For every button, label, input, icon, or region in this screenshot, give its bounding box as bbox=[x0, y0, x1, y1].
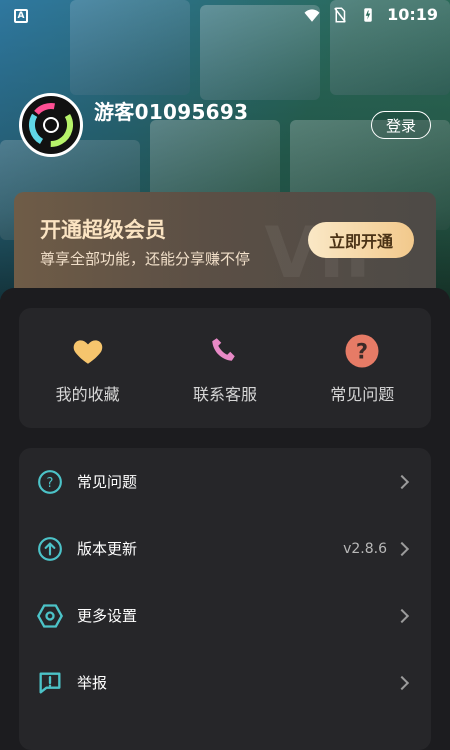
phone-icon bbox=[205, 331, 245, 371]
version-text: v2.8.6 bbox=[343, 540, 387, 557]
quick-action-label: 常见问题 bbox=[330, 385, 395, 404]
chevron-right-icon bbox=[394, 541, 410, 556]
quick-action-label: 我的收藏 bbox=[55, 385, 120, 404]
status-bar: A 10:19 bbox=[0, 0, 450, 32]
settings-menu: ? 常见问题 版本更新 v2.8.6 更多设置 举报 bbox=[19, 448, 431, 750]
battery-charging-icon bbox=[364, 7, 372, 22]
vip-activate-button[interactable]: 立即开通 bbox=[308, 222, 414, 258]
svg-text:?: ? bbox=[47, 475, 54, 490]
vip-subtitle: 尊享全部功能，还能分享赚不停 bbox=[40, 250, 251, 268]
chevron-right-icon bbox=[394, 675, 410, 690]
chevron-right-icon bbox=[394, 608, 410, 623]
clock: 10:19 bbox=[387, 5, 438, 24]
settings-icon bbox=[36, 602, 64, 630]
no-sim-icon bbox=[334, 7, 346, 22]
menu-item-label: 版本更新 bbox=[77, 540, 138, 558]
avatar[interactable] bbox=[19, 93, 83, 157]
quick-actions: 我的收藏 联系客服 ? 常见问题 bbox=[19, 308, 431, 428]
menu-item-faq[interactable]: ? 常见问题 bbox=[19, 448, 431, 515]
heart-icon bbox=[68, 331, 108, 371]
app-logo-icon bbox=[28, 103, 73, 147]
chevron-right-icon bbox=[394, 474, 410, 489]
bottom-edge bbox=[0, 738, 450, 750]
menu-item-label: 常见问题 bbox=[77, 473, 138, 491]
login-button[interactable]: 登录 bbox=[371, 111, 431, 139]
wifi-icon bbox=[304, 8, 320, 22]
vip-title: 开通超级会员 bbox=[40, 218, 166, 242]
quick-action-favorites[interactable]: 我的收藏 bbox=[28, 331, 148, 405]
upload-icon bbox=[36, 535, 64, 563]
quick-action-support[interactable]: 联系客服 bbox=[165, 331, 285, 405]
help-icon: ? bbox=[36, 468, 64, 496]
quick-action-label: 联系客服 bbox=[192, 385, 257, 404]
menu-item-label: 举报 bbox=[77, 674, 108, 692]
menu-item-update[interactable]: 版本更新 v2.8.6 bbox=[19, 515, 431, 582]
report-icon bbox=[36, 669, 64, 697]
help-icon: ? bbox=[342, 331, 382, 371]
quick-action-faq[interactable]: ? 常见问题 bbox=[302, 331, 422, 405]
status-icons: 10:19 bbox=[303, 5, 438, 24]
menu-item-label: 更多设置 bbox=[77, 607, 138, 625]
username: 游客01095693 bbox=[94, 100, 249, 124]
svg-text:?: ? bbox=[356, 340, 368, 364]
menu-item-settings[interactable]: 更多设置 bbox=[19, 582, 431, 649]
bottom-sheet: 我的收藏 联系客服 ? 常见问题 ? 常见问题 版本更新 v2.8.6 更多设置… bbox=[0, 288, 450, 750]
menu-item-report[interactable]: 举报 bbox=[19, 649, 431, 716]
notification-app-icon: A bbox=[14, 9, 28, 23]
